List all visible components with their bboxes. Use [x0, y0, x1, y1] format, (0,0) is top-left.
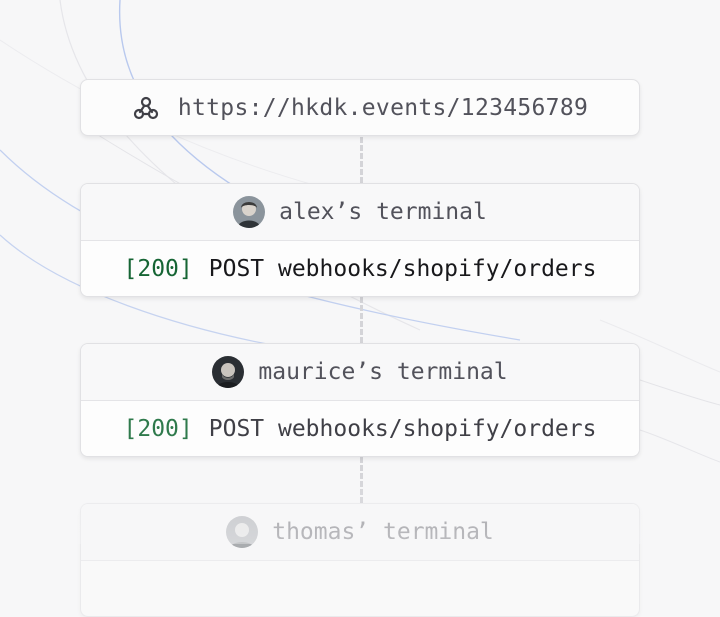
- request-log-row[interactable]: [200] POST webhooks/shopify/orders: [81, 401, 639, 456]
- webhook-icon: [132, 94, 160, 122]
- webhook-url: https://hkdk.events/123456789: [177, 94, 589, 121]
- terminal-name: maurice’s terminal: [258, 359, 508, 385]
- connector-line: [360, 457, 363, 503]
- avatar: [212, 356, 245, 388]
- terminal-header: thomas’ terminal: [81, 504, 639, 561]
- terminal-name: thomas’ terminal: [272, 519, 494, 545]
- connector-line: [360, 297, 363, 343]
- avatar: [233, 196, 266, 228]
- request-path: POST webhooks/shopify/orders: [208, 256, 597, 282]
- status-code: [200]: [123, 416, 193, 442]
- terminal-header: alex’s terminal: [81, 184, 639, 241]
- terminal-header: maurice’s terminal: [81, 344, 639, 401]
- terminal-card-maurice[interactable]: maurice’s terminal [200] POST webhooks/s…: [80, 343, 640, 457]
- avatar: [226, 516, 259, 548]
- request-log-row[interactable]: [200] POST webhooks/shopify/orders: [81, 241, 639, 296]
- terminal-card-thomas[interactable]: thomas’ terminal: [80, 503, 640, 617]
- request-path: POST webhooks/shopify/orders: [208, 416, 597, 442]
- connector-line: [360, 137, 363, 183]
- status-code: [200]: [123, 256, 193, 282]
- webhook-url-card[interactable]: https://hkdk.events/123456789: [80, 79, 640, 136]
- terminal-card-alex[interactable]: alex’s terminal [200] POST webhooks/shop…: [80, 183, 640, 297]
- terminal-name: alex’s terminal: [279, 199, 487, 225]
